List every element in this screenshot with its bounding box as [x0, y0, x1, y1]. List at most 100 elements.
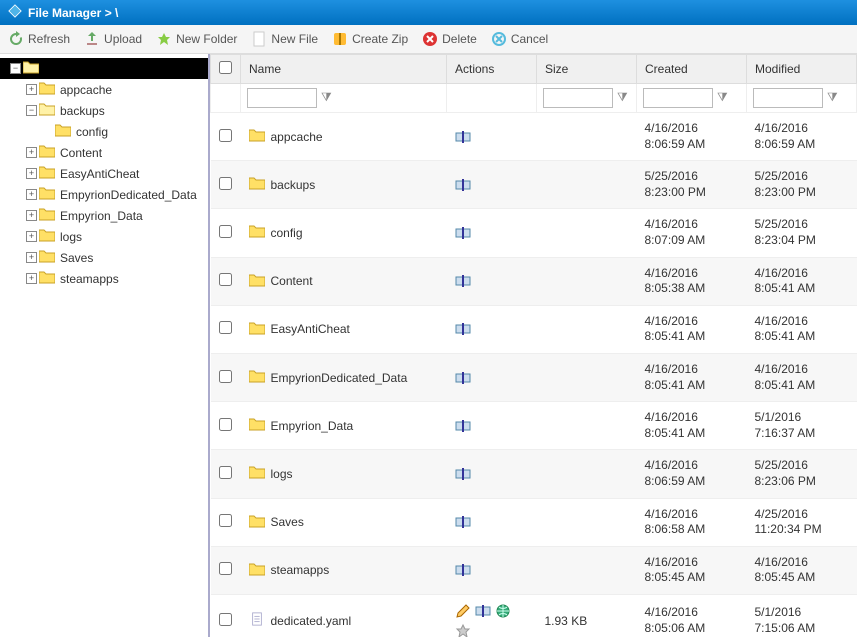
row-checkbox[interactable] — [219, 370, 232, 383]
table-row[interactable]: Empyrion_Data4/16/20168:05:41 AM5/1/2016… — [211, 402, 857, 450]
row-checkbox[interactable] — [219, 613, 232, 626]
rename-icon[interactable] — [455, 418, 471, 434]
rename-icon[interactable] — [455, 177, 471, 193]
delete-button[interactable]: Delete — [422, 31, 477, 47]
table-row[interactable]: Content4/16/20168:05:38 AM4/16/20168:05:… — [211, 257, 857, 305]
col-created[interactable]: Created — [637, 55, 747, 84]
col-actions[interactable]: Actions — [447, 55, 537, 84]
row-checkbox[interactable] — [219, 514, 232, 527]
row-actions — [455, 321, 529, 337]
expander-icon[interactable] — [26, 147, 37, 158]
rename-icon[interactable] — [455, 370, 471, 386]
row-checkbox[interactable] — [219, 273, 232, 286]
filter-icon[interactable]: ⧩ — [717, 90, 728, 104]
rename-icon[interactable] — [455, 321, 471, 337]
table-row[interactable]: config4/16/20168:07:09 AM5/25/20168:23:0… — [211, 209, 857, 257]
row-checkbox[interactable] — [219, 225, 232, 238]
filter-icon[interactable]: ⧩ — [617, 90, 628, 104]
refresh-icon — [8, 31, 24, 47]
file-size — [537, 498, 637, 546]
table-row[interactable]: logs4/16/20168:06:59 AM5/25/20168:23:06 … — [211, 450, 857, 498]
tree-item[interactable] — [0, 58, 208, 79]
table-row[interactable]: dedicated.yaml1.93 KB4/16/20168:05:06 AM… — [211, 594, 857, 637]
select-all-checkbox[interactable] — [219, 61, 232, 74]
new-file-icon — [251, 31, 267, 47]
rename-icon[interactable] — [455, 562, 471, 578]
expander-icon[interactable] — [10, 63, 21, 74]
tree-item[interactable]: logs — [0, 226, 208, 247]
expander-icon[interactable] — [42, 126, 53, 137]
refresh-button[interactable]: Refresh — [8, 31, 70, 47]
row-checkbox[interactable] — [219, 418, 232, 431]
expander-icon[interactable] — [26, 105, 37, 116]
edit-icon[interactable] — [455, 603, 471, 619]
col-size[interactable]: Size — [537, 55, 637, 84]
row-checkbox[interactable] — [219, 562, 232, 575]
filter-name-input[interactable] — [247, 88, 317, 108]
col-modified[interactable]: Modified — [747, 55, 857, 84]
filter-icon[interactable]: ⧩ — [321, 90, 332, 104]
expander-icon[interactable] — [26, 168, 37, 179]
expander-icon[interactable] — [26, 273, 37, 284]
table-row[interactable]: backups5/25/20168:23:00 PM5/25/20168:23:… — [211, 161, 857, 209]
tree-item[interactable]: config — [0, 121, 208, 142]
table-row[interactable]: EmpyrionDedicated_Data4/16/20168:05:41 A… — [211, 353, 857, 401]
row-checkbox[interactable] — [219, 321, 232, 334]
cancel-button[interactable]: Cancel — [491, 31, 548, 47]
table-row[interactable]: EasyAntiCheat4/16/20168:05:41 AM4/16/201… — [211, 305, 857, 353]
folder-icon — [39, 270, 55, 287]
expander-icon[interactable] — [26, 210, 37, 221]
filter-size-input[interactable] — [543, 88, 613, 108]
expander-icon[interactable] — [26, 189, 37, 200]
create-zip-button[interactable]: Create Zip — [332, 31, 408, 47]
folder-icon — [39, 249, 55, 266]
folder-icon — [39, 207, 55, 224]
tree-item[interactable]: appcache — [0, 79, 208, 100]
row-actions — [455, 129, 529, 145]
title-text: File Manager > \ — [28, 6, 118, 20]
tree-label: Empyrion_Data — [60, 209, 143, 223]
rename-icon[interactable] — [475, 603, 491, 619]
star-icon[interactable] — [455, 623, 471, 637]
modified-date: 4/16/20168:05:41 AM — [747, 305, 857, 353]
table-row[interactable]: appcache4/16/20168:06:59 AM4/16/20168:06… — [211, 113, 857, 161]
filter-created-input[interactable] — [643, 88, 713, 108]
col-name[interactable]: Name — [241, 55, 447, 84]
expander-icon[interactable] — [26, 252, 37, 263]
rename-icon[interactable] — [455, 466, 471, 482]
tree-item[interactable]: Content — [0, 142, 208, 163]
created-date: 4/16/20168:05:06 AM — [637, 594, 747, 637]
row-checkbox[interactable] — [219, 177, 232, 190]
modified-date: 4/16/20168:06:59 AM — [747, 113, 857, 161]
rename-icon[interactable] — [455, 129, 471, 145]
title-bar: File Manager > \ — [0, 0, 857, 25]
table-row[interactable]: Saves4/16/20168:06:58 AM4/25/201611:20:3… — [211, 498, 857, 546]
tree-item[interactable]: backups — [0, 100, 208, 121]
modified-date: 4/16/20168:05:41 AM — [747, 257, 857, 305]
rename-icon[interactable] — [455, 514, 471, 530]
globe-icon[interactable] — [495, 603, 511, 619]
file-name: steamapps — [271, 563, 330, 577]
filter-modified-input[interactable] — [753, 88, 823, 108]
rename-icon[interactable] — [455, 273, 471, 289]
table-row[interactable]: steamapps4/16/20168:05:45 AM4/16/20168:0… — [211, 546, 857, 594]
rename-icon[interactable] — [455, 225, 471, 241]
folder-icon — [23, 60, 39, 77]
upload-button[interactable]: Upload — [84, 31, 142, 47]
tree-label: config — [76, 125, 108, 139]
row-checkbox[interactable] — [219, 129, 232, 142]
file-name: Empyrion_Data — [271, 419, 354, 433]
new-file-button[interactable]: New File — [251, 31, 318, 47]
tree-item[interactable]: EmpyrionDedicated_Data — [0, 184, 208, 205]
row-checkbox[interactable] — [219, 466, 232, 479]
tree-item[interactable]: Saves — [0, 247, 208, 268]
tree-item[interactable]: steamapps — [0, 268, 208, 289]
expander-icon[interactable] — [26, 231, 37, 242]
folder-icon — [39, 165, 55, 182]
folder-icon — [249, 417, 265, 434]
new-folder-button[interactable]: New Folder — [156, 31, 237, 47]
filter-icon[interactable]: ⧩ — [827, 90, 838, 104]
expander-icon[interactable] — [26, 84, 37, 95]
tree-item[interactable]: EasyAntiCheat — [0, 163, 208, 184]
tree-item[interactable]: Empyrion_Data — [0, 205, 208, 226]
